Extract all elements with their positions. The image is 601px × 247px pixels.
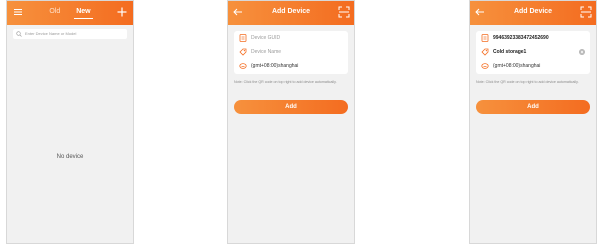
tag-icon <box>481 48 489 56</box>
plus-icon[interactable] <box>116 6 128 18</box>
tab-bar: Old New <box>7 8 133 19</box>
tab-new[interactable]: New <box>74 8 94 19</box>
name-field[interactable]: Device Name <box>234 45 348 59</box>
timezone-value: (gmt+08:00)shanghai <box>251 63 299 69</box>
empty-state-text: No device <box>56 154 84 160</box>
qr-note: Note: Click the QR code on top right to … <box>476 80 579 84</box>
device-form-card: 99463923383472452690 Cold storage1 (gmt+… <box>476 31 590 74</box>
guid-placeholder: Device GUID <box>251 35 281 41</box>
timezone-icon <box>239 63 247 69</box>
page-title: Add Device <box>513 8 553 15</box>
qr-scan-icon[interactable] <box>580 6 592 18</box>
header-bar: Add Device <box>470 1 596 25</box>
clear-icon[interactable] <box>579 49 585 55</box>
search-input[interactable]: Enter Device Name or Model <box>13 29 127 39</box>
qr-note: Note: Click the QR code on top right to … <box>234 80 337 84</box>
device-guid-icon <box>481 34 489 42</box>
device-form-card: Device GUID Device Name (gmt+08:00)shang… <box>234 31 348 74</box>
header-bar: Add Device <box>228 1 354 25</box>
qr-scan-icon[interactable] <box>338 6 350 18</box>
guid-field[interactable]: Device GUID <box>234 31 348 45</box>
timezone-icon <box>481 63 489 69</box>
tag-icon <box>239 48 247 56</box>
add-button[interactable]: Add <box>476 100 590 114</box>
guid-value: 99463923383472452690 <box>493 35 549 41</box>
guid-field[interactable]: 99463923383472452690 <box>476 31 590 45</box>
page-title: Add Device <box>271 8 311 15</box>
search-placeholder: Enter Device Name or Model <box>25 31 77 36</box>
header-bar: Old New <box>7 1 133 25</box>
name-field[interactable]: Cold storage1 <box>476 45 590 59</box>
name-placeholder: Device Name <box>251 49 282 55</box>
search-icon <box>16 31 22 37</box>
add-device-empty-screen: Add Device Device GUID Device Name (gmt+… <box>227 0 355 244</box>
add-button[interactable]: Add <box>234 100 348 114</box>
timezone-field[interactable]: (gmt+08:00)shanghai <box>234 59 348 73</box>
device-list-screen: Old New Enter Device Name or Model No de… <box>6 0 134 244</box>
tab-old[interactable]: Old <box>49 8 60 15</box>
device-guid-icon <box>239 34 247 42</box>
timezone-field[interactable]: (gmt+08:00)shanghai <box>476 59 590 73</box>
timezone-value: (gmt+08:00)shanghai <box>493 63 541 69</box>
add-device-filled-screen: Add Device 99463923383472452690 Cold sto… <box>469 0 597 244</box>
name-value: Cold storage1 <box>493 49 527 55</box>
